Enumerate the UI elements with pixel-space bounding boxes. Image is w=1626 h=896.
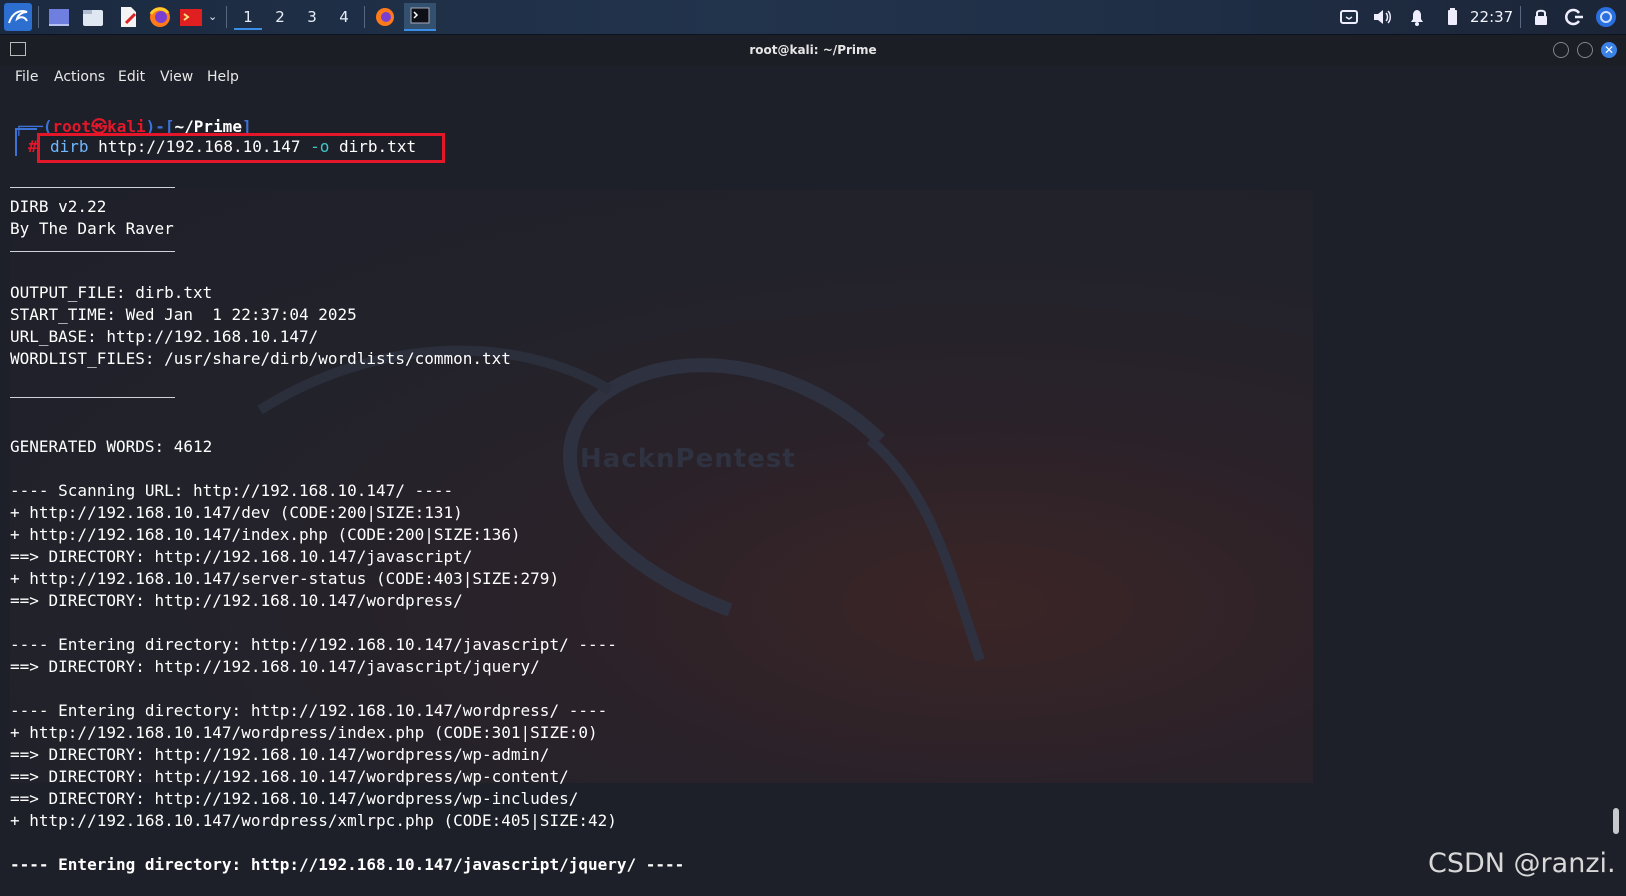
display-icon[interactable] <box>1337 5 1361 29</box>
dirb-author: By The Dark Raver <box>10 219 174 238</box>
output-line: + http://192.168.10.147/wordpress/xmlrpc… <box>10 811 617 830</box>
output-file: OUTPUT_FILE: dirb.txt <box>10 283 213 302</box>
window-titlebar[interactable]: root@kali: ~/Prime ✕ <box>0 35 1626 67</box>
kali-menu-icon[interactable] <box>4 3 32 31</box>
text-editor-icon[interactable] <box>116 5 140 29</box>
output-line: ==> DIRECTORY: http://192.168.10.147/jav… <box>10 547 473 566</box>
minimize-button[interactable] <box>1553 42 1569 58</box>
generated-words: GENERATED WORDS: 4612 <box>10 437 213 456</box>
terminal-window-button[interactable] <box>404 3 436 31</box>
window-title: root@kali: ~/Prime <box>749 43 877 57</box>
menu-help[interactable]: Help <box>207 69 239 85</box>
output-line: ---- Scanning URL: http://192.168.10.147… <box>10 481 454 500</box>
battery-icon[interactable] <box>1440 5 1464 29</box>
top-panel: ⌄ 1 2 3 4 22:37 <box>0 0 1626 35</box>
divider <box>10 397 175 398</box>
terminal-area[interactable]: HacknPentest ┌──(root㉿kali)-[~/Prime] # … <box>0 92 1626 896</box>
logout-icon[interactable] <box>1562 5 1586 29</box>
url-base: URL_BASE: http://192.168.10.147/ <box>10 327 319 346</box>
csdn-watermark: CSDN @ranzi. <box>1428 848 1616 879</box>
browser-icon[interactable] <box>1594 5 1618 29</box>
output-line: ==> DIRECTORY: http://192.168.10.147/wor… <box>10 591 463 610</box>
separator <box>38 6 39 28</box>
output-line: + http://192.168.10.147/index.php (CODE:… <box>10 525 521 544</box>
volume-icon[interactable] <box>1370 5 1394 29</box>
workspace-3[interactable]: 3 <box>298 6 326 28</box>
notifications-bell-icon[interactable] <box>1405 5 1429 29</box>
menu-edit[interactable]: Edit <box>118 69 145 85</box>
command-outfile: dirb.txt <box>339 137 417 156</box>
workspace-1[interactable]: 1 <box>234 6 262 30</box>
terminal-emulator-icon[interactable] <box>179 5 203 29</box>
chevron-down-icon[interactable]: ⌄ <box>208 6 217 28</box>
firefox-window-button[interactable] <box>373 5 397 29</box>
output-line: ---- Entering directory: http://192.168.… <box>10 855 685 874</box>
menu-bar: File Actions Edit View Help <box>0 66 1626 92</box>
output-line: ==> DIRECTORY: http://192.168.10.147/jav… <box>10 657 540 676</box>
output-line: ==> DIRECTORY: http://192.168.10.147/wor… <box>10 767 569 786</box>
divider <box>10 187 175 188</box>
output-line: ---- Entering directory: http://192.168.… <box>10 635 617 654</box>
workspace-4[interactable]: 4 <box>330 6 358 28</box>
output-line: ---- Entering directory: http://192.168.… <box>10 701 608 720</box>
maximize-button[interactable] <box>1577 42 1593 58</box>
clock[interactable]: 22:37 <box>1470 6 1513 28</box>
start-time: START_TIME: Wed Jan 1 22:37:04 2025 <box>10 305 357 324</box>
output-line: ==> DIRECTORY: http://192.168.10.147/wor… <box>10 789 579 808</box>
wordlist-files: WORDLIST_FILES: /usr/share/dirb/wordlist… <box>10 349 511 368</box>
file-manager-icon[interactable] <box>81 5 105 29</box>
dirb-version: DIRB v2.22 <box>10 197 107 216</box>
menu-file[interactable]: File <box>15 69 38 85</box>
terminal-scrollbar[interactable] <box>1613 808 1619 834</box>
wallpaper-watermark-text: HacknPentest <box>580 444 796 474</box>
close-button[interactable]: ✕ <box>1601 42 1617 58</box>
separator <box>364 6 365 28</box>
firefox-icon[interactable] <box>148 5 172 29</box>
output-line: + http://192.168.10.147/wordpress/index.… <box>10 723 598 742</box>
workspace-2[interactable]: 2 <box>266 6 294 28</box>
output-line: + http://192.168.10.147/server-status (C… <box>10 569 560 588</box>
output-line: ==> DIRECTORY: http://192.168.10.147/wor… <box>10 745 550 764</box>
lock-screen-icon[interactable] <box>1529 5 1553 29</box>
command-flag: -o <box>310 137 330 156</box>
desktop-icon[interactable] <box>47 5 71 29</box>
separator <box>1520 6 1521 28</box>
command-url: http://192.168.10.147 <box>98 137 301 156</box>
menu-view[interactable]: View <box>160 69 193 85</box>
command-line: dirb http://192.168.10.147 -o dirb.txt <box>50 136 416 158</box>
output-line: + http://192.168.10.147/dev (CODE:200|SI… <box>10 503 463 522</box>
separator <box>226 6 227 28</box>
divider <box>10 251 175 252</box>
menu-actions[interactable]: Actions <box>54 69 105 85</box>
command-name: dirb <box>50 137 89 156</box>
